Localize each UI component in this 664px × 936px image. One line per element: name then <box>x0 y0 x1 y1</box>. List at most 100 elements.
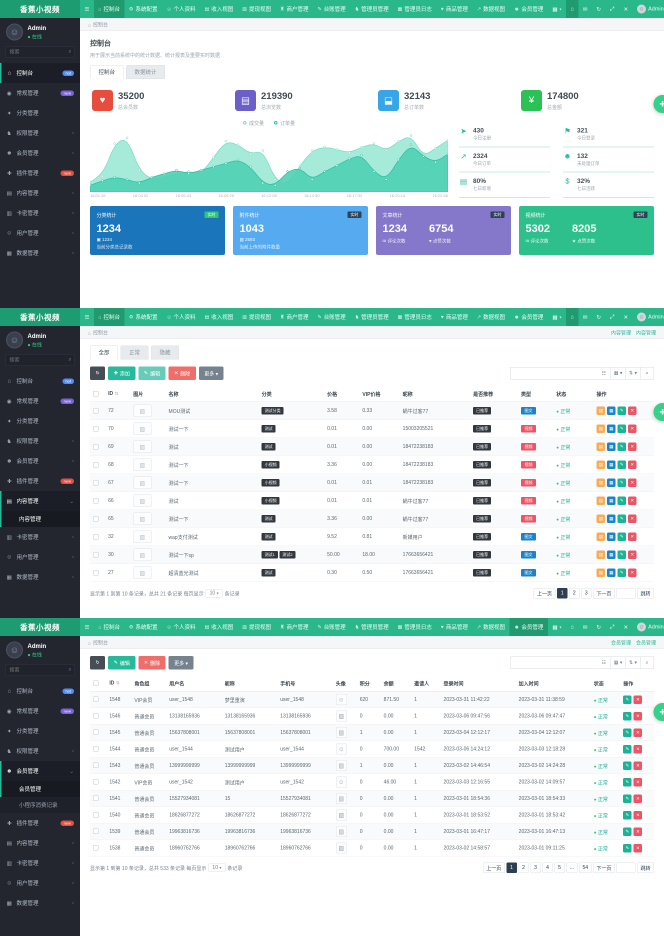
delete-button[interactable]: ✕ <box>634 827 643 836</box>
nav-item[interactable]: ↗ 数据视图 <box>472 308 509 326</box>
nav-item[interactable]: ⌂ 控制台 <box>94 308 125 326</box>
nav-item[interactable]: ♞ 管理员管理 <box>350 0 393 18</box>
delete-button[interactable]: ✕ <box>628 533 637 542</box>
nav-item[interactable]: ⌂ 控制台 <box>94 618 125 636</box>
nav-item[interactable]: ⚙ 系统配置 <box>124 0 161 18</box>
edit-button[interactable]: ✎编辑 <box>138 367 165 381</box>
sidebar-item[interactable]: ▤ 内容管理 ‹ <box>0 833 80 853</box>
delete-button[interactable]: ✕ <box>634 745 643 754</box>
table-row[interactable]: 67 ▨ 测试一下 小视频 0.01 0.01 18472238183 已推荐 … <box>90 474 654 492</box>
tab[interactable]: 数据统计 <box>126 65 165 79</box>
view-button[interactable]: ▤ <box>597 407 606 416</box>
sidebar-item[interactable]: ✚ 插件管理 new <box>0 813 80 833</box>
legend-item[interactable]: 成交量 <box>243 119 264 127</box>
nav-item[interactable]: ♜ 商户管理 <box>276 618 313 636</box>
delete-button[interactable]: ✕ <box>634 761 643 770</box>
edit-button[interactable]: ✎ <box>623 728 632 737</box>
columns-icon[interactable]: ☷ <box>597 657 611 670</box>
delete-button[interactable]: ✕ <box>634 794 643 803</box>
table-row[interactable]: 1540 普通会员 18626877272 18626877272 186268… <box>90 807 654 824</box>
nav-item[interactable]: ▤ 收入视图 <box>200 308 238 326</box>
sidebar-item[interactable]: ▥ 卡密管理 ‹ <box>0 853 80 873</box>
copy-button[interactable]: ▦ <box>607 497 616 506</box>
breadcrumb-link[interactable]: 会员管理 <box>611 639 631 647</box>
table-row[interactable]: 30 ▨ 测试一下sp 测试1测试2 50.00 18.00 176636564… <box>90 546 654 564</box>
sidebar-item[interactable]: ▤ 内容管理 ⌄ <box>0 491 80 511</box>
user-menu[interactable]: ☺ Admin <box>633 618 664 636</box>
nav-item[interactable]: ▦ 管理员日志 <box>393 0 436 18</box>
sidebar-item[interactable]: ☻ 会员管理 ‹ <box>0 143 80 163</box>
sidebar-item[interactable]: ♞ 权限管理 ‹ <box>0 123 80 143</box>
sidebar-item[interactable]: ▤ 内容管理 ‹ <box>0 183 80 203</box>
select-all-checkbox[interactable] <box>93 391 99 397</box>
row-checkbox[interactable] <box>93 746 99 752</box>
copy-button[interactable]: ▦ <box>607 479 616 488</box>
next-page-button[interactable]: 下一页 <box>593 863 615 874</box>
refresh-button[interactable]: ↻ <box>90 656 105 670</box>
table-row[interactable]: 32 ▨ wap支付测试 测试 9.52 0.81 新媒用户 已推荐 图文 ● … <box>90 528 654 546</box>
sidebar-item[interactable]: ☺ 用户管理 ‹ <box>0 547 80 567</box>
nav-item[interactable]: ⚙ 系统配置 <box>124 308 161 326</box>
sidebar-item[interactable]: ⌂ 控制台 hot <box>0 371 80 391</box>
more-menu[interactable]: ▦▾ <box>548 618 566 636</box>
column-header[interactable]: 余额 <box>381 676 411 692</box>
nav-item[interactable]: ▥ 提现视图 <box>238 618 276 636</box>
sidebar-item[interactable]: ☻ 会员管理 ⌄ <box>0 761 80 781</box>
view-button[interactable]: ▤ <box>597 533 606 542</box>
delete-button[interactable]: ✕ <box>628 515 637 524</box>
table-search-input[interactable] <box>510 657 598 670</box>
edit-button[interactable]: ✎ <box>618 569 627 578</box>
table-row[interactable]: 68 ▨ 测试一下 小视频 3.36 0.00 18472238183 已推荐 … <box>90 456 654 474</box>
sidebar-item[interactable]: ⌂ 控制台 hot <box>0 63 80 83</box>
delete-button[interactable]: ✕ <box>628 479 637 488</box>
sidebar-item[interactable]: ◉ 常规管理 new <box>0 83 80 103</box>
row-checkbox[interactable] <box>93 829 99 835</box>
table-row[interactable]: 1542 VIP会员 user_1542 测试用户 user_1542 ☺ 0 … <box>90 774 654 791</box>
edit-button[interactable]: ✎ <box>623 761 632 770</box>
nav-item[interactable]: ☻ 会员管理 <box>510 0 548 18</box>
jump-button[interactable]: 跳转 <box>637 588 654 599</box>
page-number-button[interactable]: 1 <box>506 863 517 874</box>
view-button[interactable]: ▤ <box>597 461 606 470</box>
breadcrumb-link[interactable]: 内容管理 <box>636 329 656 337</box>
column-header[interactable]: 登录时间 <box>441 676 516 692</box>
home-icon[interactable]: ⌂ <box>566 308 578 326</box>
copy-button[interactable]: ▦ <box>607 533 616 542</box>
sidebar-subitem[interactable]: 内容管理 <box>0 511 80 527</box>
nav-item[interactable]: ☻ 会员管理 <box>510 618 548 636</box>
nav-item[interactable]: ☺ 个人资料 <box>162 308 200 326</box>
column-header[interactable]: 类型 <box>518 386 553 402</box>
nav-item[interactable]: ▥ 提现视图 <box>238 308 276 326</box>
view-button[interactable]: ▤ <box>597 551 606 560</box>
sidebar-subitem[interactable]: 会员管理 <box>0 781 80 797</box>
row-checkbox[interactable] <box>93 713 99 719</box>
sidebar-item[interactable]: ▦ 数据管理 ‹ <box>0 893 80 913</box>
row-checkbox[interactable] <box>93 408 99 414</box>
copy-button[interactable]: ▦ <box>607 407 616 416</box>
next-page-button[interactable]: 下一页 <box>593 588 615 599</box>
columns-icon[interactable]: ☷ <box>597 367 611 380</box>
nav-item[interactable]: ♥ 商品管理 <box>436 618 472 636</box>
column-header[interactable]: 积分 <box>357 676 381 692</box>
jump-button[interactable]: 跳转 <box>637 863 654 874</box>
row-checkbox[interactable] <box>93 697 99 703</box>
column-header[interactable]: 角色组 <box>131 676 166 692</box>
jump-page-input[interactable] <box>617 588 636 599</box>
delete-button[interactable]: ✕ <box>634 695 643 704</box>
edit-button[interactable]: ✎ <box>623 794 632 803</box>
column-header[interactable]: 状态 <box>591 676 620 692</box>
page-number-button[interactable]: ... <box>566 863 577 874</box>
sidebar-item[interactable]: ◉ 常规管理 new <box>0 701 80 721</box>
breadcrumb-link[interactable]: 内容管理 <box>611 329 631 337</box>
table-row[interactable]: 69 ▨ 测试 测试 0.01 0.00 18472238183 已推荐 视频 … <box>90 438 654 456</box>
delete-button[interactable]: ✕ <box>634 728 643 737</box>
copy-button[interactable]: ▦ <box>607 461 616 470</box>
nav-item[interactable]: ▤ 收入视图 <box>200 0 238 18</box>
view-button[interactable]: ▤ <box>597 479 606 488</box>
delete-button[interactable]: ✕ <box>628 425 637 434</box>
table-search-input[interactable] <box>510 367 598 380</box>
edit-button[interactable]: ✎ <box>618 461 627 470</box>
close-icon[interactable]: ✕ <box>619 618 633 636</box>
delete-button[interactable]: ✕ <box>634 811 643 820</box>
row-checkbox[interactable] <box>93 796 99 802</box>
